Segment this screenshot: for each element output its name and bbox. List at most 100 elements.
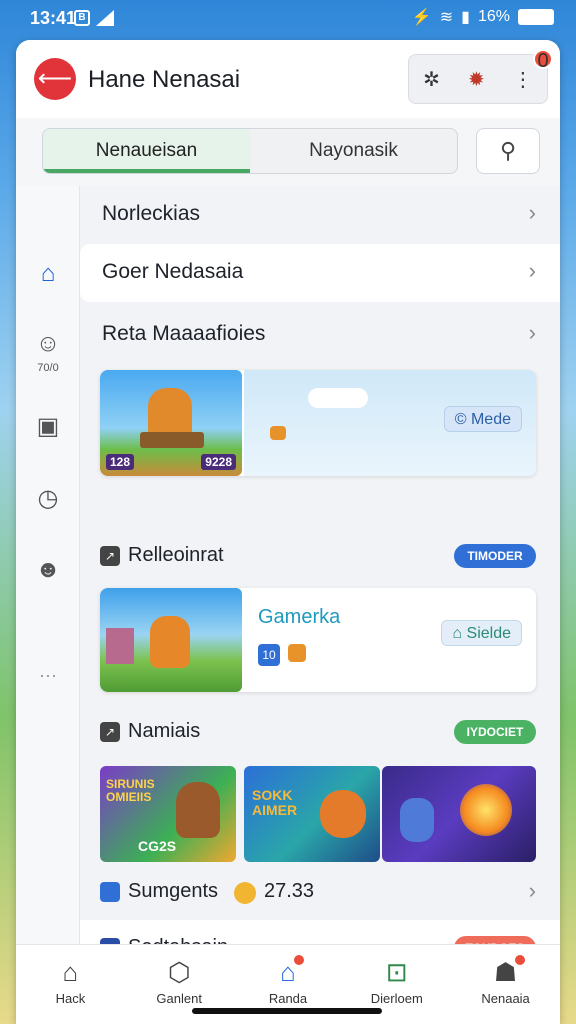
game-thumbnail [100, 588, 242, 692]
summary-row[interactable]: Sumgents 27.33 › [100, 878, 540, 908]
coin-art [270, 426, 286, 440]
profile-icon: ☗ [493, 957, 518, 987]
thumb-score: 128 [106, 454, 135, 470]
cloud-art [308, 388, 368, 408]
sidebar-item-smiley[interactable]: ☺ 70/0 [28, 330, 68, 374]
character-art [320, 790, 366, 838]
wifi-icon: ≋ [439, 9, 454, 26]
tabs-bar: Nenaueisan Nayonasik ⚲ [16, 118, 560, 186]
character-art [148, 388, 192, 438]
main-content: Norleckias › Goer Nedasaia › Reta Maaaaf… [80, 186, 560, 960]
menu-row[interactable]: Norleckias › [80, 186, 560, 244]
chevron-right-icon: › [528, 200, 536, 225]
vibrate-icon: ⚡ [411, 9, 432, 26]
mode-chip[interactable]: ⌂ Sielde [441, 620, 522, 646]
home-icon: ⌂ [62, 957, 79, 987]
sidebar-item-face[interactable]: ☻ [28, 556, 68, 584]
back-button[interactable]: ⟵ [34, 58, 76, 100]
bag-icon: ⊡ [385, 957, 408, 987]
nav-label: Nenaaia [481, 991, 530, 1006]
section-pill[interactable]: TIMODER [454, 544, 536, 568]
crate-art [140, 432, 204, 448]
settings-badge-icon[interactable]: ✹ [468, 67, 485, 92]
tile-caption: SOKK AIMER [252, 787, 298, 818]
sidebar-item-more[interactable]: ⋯ [28, 666, 68, 687]
character-art [176, 782, 220, 838]
box-icon: ▣ [36, 413, 60, 440]
section-header: ↗ Namiais IYDOCIET [100, 718, 536, 748]
segmented-control: Nenaueisan Nayonasik [42, 128, 458, 174]
arrow-left-icon: ⟵ [37, 65, 73, 92]
house-icon: ⌂ [280, 957, 296, 987]
chip-label: Sielde [466, 625, 511, 642]
character-art [400, 798, 434, 842]
character-art [150, 616, 190, 668]
menu-row-label: Norleckias [102, 202, 201, 225]
notification-dot [293, 955, 304, 965]
home-indicator[interactable] [192, 1008, 382, 1014]
bottom-nav: ⌂ Hack ⬡ Ganlent ⌂ Randa ⊡ Dierloem ☗ Ne… [16, 944, 560, 1024]
coin-icon [234, 882, 256, 904]
menu-row-label: Reta Maaaafioies [102, 322, 266, 345]
tab-nayonasik[interactable]: Nayonasik [250, 129, 457, 173]
clock-icon: ◷ [37, 485, 59, 512]
dots-icon: ⋯ [39, 666, 57, 686]
signal-triangle-icon [96, 10, 114, 26]
store-icon: ⌂ [40, 260, 56, 287]
smiley-icon: ☺ [35, 330, 61, 357]
chip-prefix-icon: © [454, 411, 467, 428]
chevron-right-icon: › [528, 320, 536, 345]
game-tile[interactable] [382, 766, 536, 862]
sparkle-icon[interactable]: ✲ [423, 67, 440, 92]
section-pill[interactable]: IYDOCIET [454, 720, 536, 744]
mode-chip[interactable]: © Mede [443, 406, 522, 432]
section-icon: ↗ [100, 546, 120, 566]
sidebar-item-clock[interactable]: ◷ [28, 484, 68, 513]
status-bar: 13:41 B ⚡ ≋ ▮ 16% [0, 0, 576, 38]
nav-label: Randa [268, 991, 308, 1006]
status-right: ⚡ ≋ ▮ 16% [412, 7, 554, 27]
chip-label: Mede [470, 411, 511, 428]
game-tile[interactable]: SIRUNIS OMIEIIS CG2S [100, 766, 236, 862]
menu-row-label: Goer Nedasaia [102, 260, 244, 283]
nav-item-hack[interactable]: ⌂ Hack [16, 945, 125, 1024]
game-banner[interactable]: Gamerka 10 ⌂ Sielde [100, 588, 536, 692]
page-title: Hane Nenasai [88, 66, 241, 93]
sidebar-item-store[interactable]: ⌂ [28, 260, 68, 288]
banner-title: Gamerka [258, 606, 341, 628]
app-header: ⟵ Hane Nenasai ✲ ✹ ⋮ 0 [16, 40, 560, 118]
summary-value: 27.33 [264, 880, 315, 902]
chevron-right-icon: › [528, 258, 536, 283]
app-window: ⟵ Hane Nenasai ✲ ✹ ⋮ 0 Nenaueisan Nayona… [16, 40, 560, 1024]
sidebar-item-box[interactable]: ▣ [28, 412, 68, 441]
summary-label: Sumgents [128, 880, 219, 902]
nav-label: Ganlent [156, 991, 202, 1006]
coin-icon [288, 644, 306, 662]
cell-signal-icon: ▮ [461, 9, 470, 26]
sidebar-item-label: 70/0 [37, 362, 59, 374]
shield-icon: ⬡ [167, 957, 191, 987]
section-icon: ↗ [100, 722, 120, 742]
menu-row[interactable]: Goer Nedasaia › [80, 244, 560, 302]
house-art [106, 628, 134, 664]
search-button[interactable]: ⚲ [476, 128, 540, 174]
battery-icon [518, 9, 554, 25]
banner-badge: 10 [258, 644, 280, 666]
nav-label: Hack [55, 991, 86, 1006]
burst-art [460, 784, 512, 836]
game-banner[interactable]: 128 9228 © Mede [100, 370, 536, 476]
more-icon[interactable]: ⋮ [513, 67, 533, 92]
nav-item-nenaaia[interactable]: ☗ Nenaaia [451, 945, 560, 1024]
tab-nenaueisan[interactable]: Nenaueisan [43, 129, 250, 173]
status-badge-icon: B [74, 10, 90, 26]
game-tiles: SIRUNIS OMIEIIS CG2S SOKK AIMER [100, 766, 540, 862]
chevron-right-icon: › [528, 878, 536, 903]
battery-text: 16% [477, 8, 510, 25]
header-actions: ✲ ✹ ⋮ 0 [408, 49, 553, 104]
section-title: Relleoinrat [128, 544, 224, 566]
tile-score: CG2S [138, 838, 177, 854]
sidebar: ⌂ ☺ 70/0 ▣ ◷ ☻ ⋯ [16, 186, 80, 944]
thumb-score: 9228 [201, 454, 236, 470]
menu-row[interactable]: Reta Maaaafioies › [80, 306, 560, 364]
game-tile[interactable]: SOKK AIMER [244, 766, 380, 862]
